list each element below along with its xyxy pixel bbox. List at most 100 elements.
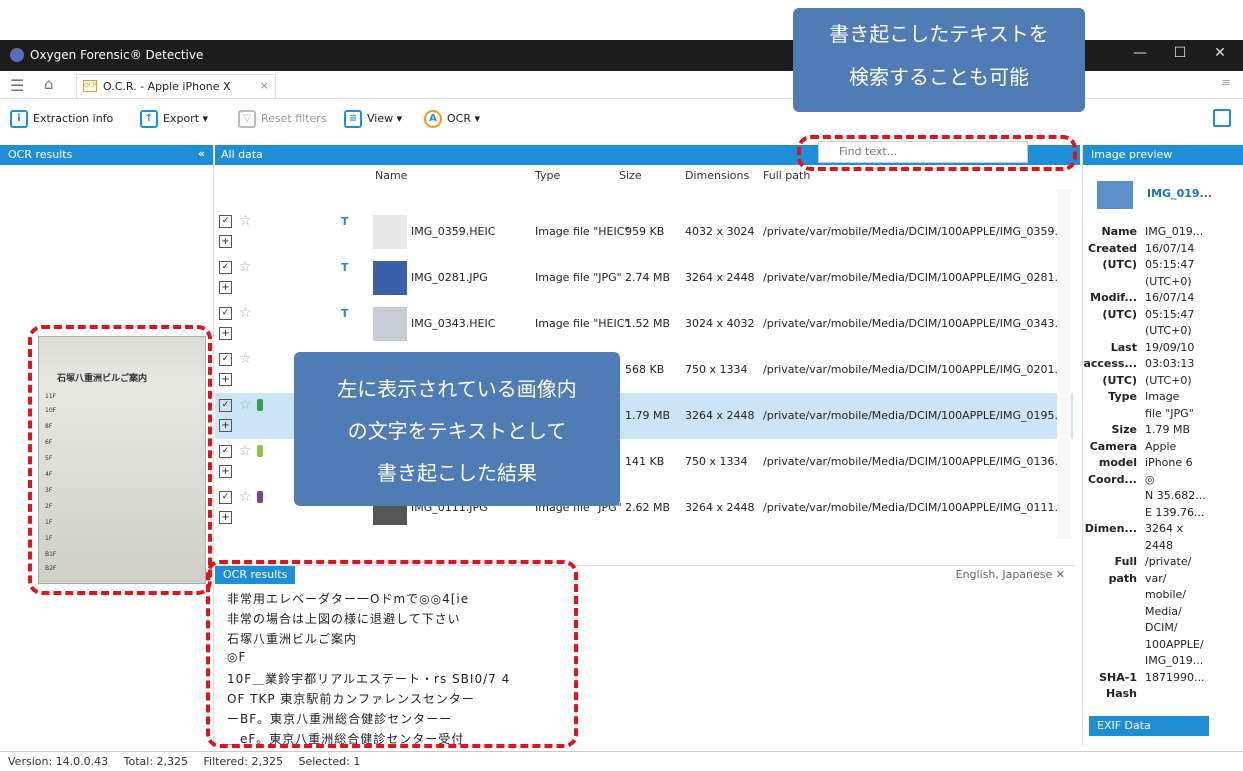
ocr-label: OCR	[447, 112, 471, 125]
property-value: 05:15:47	[1145, 258, 1195, 271]
property-value: IMG_019...	[1145, 225, 1204, 238]
exif-data-header[interactable]: EXIF Data	[1089, 716, 1209, 736]
ocr-tab-icon: OCR	[83, 80, 97, 92]
cell-name: IMG_0281.JPG	[411, 271, 488, 284]
view-button[interactable]: ≡ View ▾	[344, 110, 402, 128]
home-icon[interactable]: ⌂	[44, 75, 54, 93]
property-value: /private/	[1145, 555, 1192, 568]
row-checkbox[interactable]: ✓	[219, 215, 232, 228]
row-checkbox[interactable]: ✓	[219, 491, 232, 504]
property-value: (UTC+0)	[1145, 373, 1192, 387]
status-selected: Selected: 1	[298, 755, 361, 768]
col-size[interactable]: Size	[619, 169, 642, 191]
row-checkbox[interactable]: ✓	[219, 307, 232, 320]
star-icon[interactable]: ☆	[239, 351, 252, 367]
expand-icon[interactable]: +	[219, 373, 232, 386]
app-title: Oxygen Forensic® Detective	[30, 48, 204, 62]
row-checkbox[interactable]: ✓	[219, 261, 232, 274]
table-row[interactable]: ✓ + ☆ T IMG_0359.HEIC Image file "HEIC" 95…	[215, 209, 1073, 255]
layout-icon[interactable]	[1213, 109, 1231, 127]
filter-icon: ▽	[238, 110, 256, 128]
callout-ocr-line2: の文字をテキストとして	[347, 419, 567, 443]
tab-label: O.C.R. - Apple iPhone X	[103, 80, 231, 93]
cell-size: 959 KB	[625, 225, 665, 238]
col-name[interactable]: Name	[375, 169, 407, 191]
property-value: 16/07/14	[1145, 291, 1195, 304]
star-icon[interactable]: ☆	[239, 489, 252, 505]
thumbnail	[373, 261, 407, 295]
export-button[interactable]: ↑ Export ▾	[140, 110, 208, 128]
row-checkbox[interactable]: ✓	[219, 353, 232, 366]
status-total: Total: 2,325	[123, 755, 189, 768]
callout-search: 書き起こしたテキストを 検索することも可能	[793, 8, 1085, 112]
cell-size: 1.52 MB	[625, 317, 671, 330]
expand-icon[interactable]: +	[219, 327, 232, 340]
tab-menu-icon[interactable]: ≡	[1222, 76, 1231, 89]
hamburger-icon[interactable]: ☰	[10, 76, 24, 95]
ocr-marker-icon: T	[341, 261, 349, 274]
tab-ocr[interactable]: OCR O.C.R. - Apple iPhone X ×	[76, 74, 276, 99]
ocr-icon: A	[424, 110, 442, 128]
status-version: Version: 14.0.0.43	[8, 755, 109, 768]
property-key: Last	[1110, 340, 1137, 354]
property-value: Media/	[1145, 604, 1182, 618]
star-icon[interactable]: ☆	[239, 397, 252, 413]
reset-filters-button[interactable]: ▽ Reset filters	[238, 110, 327, 128]
star-icon[interactable]: ☆	[239, 259, 252, 275]
expand-icon[interactable]: +	[219, 419, 232, 432]
property-value: E 139.76...	[1145, 505, 1205, 519]
ocr-button[interactable]: A OCR ▾	[424, 110, 480, 128]
star-icon[interactable]: ☆	[239, 443, 252, 459]
maximize-button[interactable]: ☐	[1160, 45, 1200, 61]
extraction-info-button[interactable]: i Extraction info	[10, 110, 113, 128]
property-key: SHA-1	[1099, 670, 1137, 684]
table-row[interactable]: ✓ + ☆ T IMG_0343.HEIC Image file "HEIC" 1.…	[215, 301, 1073, 347]
image-preview-panel: Image preview IMG_019... Name IMG_019... C…	[1082, 145, 1243, 745]
property-key: Dimen...	[1084, 522, 1137, 535]
cell-dim: 3264 x 2448	[685, 409, 755, 422]
extraction-info-label: Extraction info	[33, 112, 114, 125]
cell-dim: 3264 x 2448	[685, 501, 755, 514]
expand-icon[interactable]: +	[219, 281, 232, 294]
property-key: Hash	[1105, 687, 1137, 700]
star-icon[interactable]: ☆	[239, 213, 252, 229]
property-value: 100APPLE/	[1145, 637, 1204, 651]
property-key: model	[1098, 456, 1137, 469]
expand-icon[interactable]: +	[219, 511, 232, 524]
vertical-scrollbar[interactable]	[1057, 189, 1071, 539]
collapse-icon[interactable]: «	[198, 147, 205, 160]
property-value: 03:03:13	[1145, 357, 1195, 370]
col-dimensions[interactable]: Dimensions	[685, 169, 749, 191]
status-bar: Version: 14.0.0.43 Total: 2,325 Filtered…	[0, 751, 1243, 771]
cell-path: /private/var/mobile/Media/DCIM/100APPLE/…	[763, 225, 1063, 238]
minimize-button[interactable]: —	[1120, 45, 1160, 61]
ocr-language[interactable]: English, Japanese ✕	[956, 568, 1065, 581]
cell-size: 141 KB	[625, 455, 665, 468]
cell-path: /private/var/mobile/Media/DCIM/100APPLE/…	[763, 501, 1063, 514]
cell-path: /private/var/mobile/Media/DCIM/100APPLE/…	[763, 455, 1063, 468]
col-full-path[interactable]: Full path	[763, 169, 810, 191]
property-key: Name	[1101, 225, 1137, 238]
row-checkbox[interactable]: ✓	[219, 445, 232, 458]
export-label: Export	[163, 112, 200, 125]
cell-dim: 3024 x 4032	[685, 317, 755, 330]
property-key: Camera	[1089, 439, 1137, 453]
thumbnail	[373, 215, 407, 249]
property-value: file "JPG"	[1145, 406, 1194, 420]
ocr-marker-icon: T	[341, 307, 349, 320]
app-logo-icon	[10, 48, 24, 62]
property-key: Modif...	[1090, 291, 1137, 304]
col-type[interactable]: Type	[535, 169, 560, 191]
close-button[interactable]: ✕	[1200, 45, 1240, 61]
preview-header: Image preview	[1083, 145, 1243, 165]
highlight-ocr-results	[206, 560, 578, 748]
cell-dim: 750 x 1334	[685, 455, 748, 468]
star-icon[interactable]: ☆	[239, 305, 252, 321]
expand-icon[interactable]: +	[219, 235, 232, 248]
row-checkbox[interactable]: ✓	[219, 399, 232, 412]
callout-ocr: 左に表示されている画像内 の文字をテキストとして 書き起こした結果	[294, 352, 620, 506]
table-row[interactable]: ✓ + ☆ T IMG_0281.JPG Image file "JPG" 2.74…	[215, 255, 1073, 301]
preview-thumbnail	[1097, 181, 1133, 209]
expand-icon[interactable]: +	[219, 465, 232, 478]
tab-close-icon[interactable]: ×	[260, 79, 269, 92]
